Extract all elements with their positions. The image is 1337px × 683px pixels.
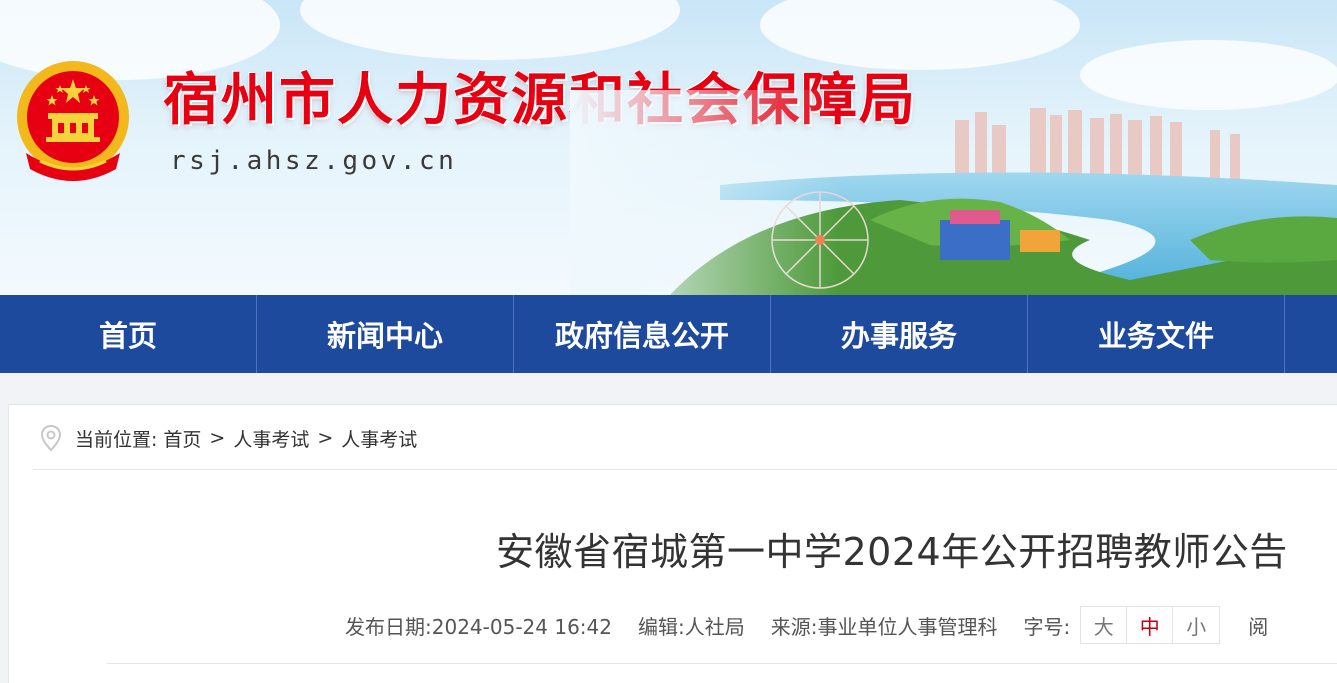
source-value: 事业单位人事管理科 xyxy=(817,614,998,639)
publish-date: 发布日期:2024-05-24 16:42 xyxy=(345,611,612,640)
publish-date-value: 2024-05-24 16:42 xyxy=(431,614,612,639)
editor: 编辑:人社局 xyxy=(638,611,745,640)
city-landscape-illustration xyxy=(570,90,1337,295)
font-size-small-button[interactable]: 小 xyxy=(1173,607,1219,643)
location-pin-icon xyxy=(40,424,62,452)
breadcrumb-separator: > xyxy=(317,427,334,449)
nav-item-truncated[interactable] xyxy=(1285,295,1335,373)
publish-date-label: 发布日期: xyxy=(345,614,432,639)
editor-label: 编辑: xyxy=(637,614,685,639)
nav-item-news-center[interactable]: 新闻中心 xyxy=(257,295,514,373)
cloud-decoration xyxy=(760,0,1080,70)
font-size-medium-button[interactable]: 中 xyxy=(1127,607,1174,643)
breadcrumb-link-personnel-exam-sub[interactable]: 人事考试 xyxy=(341,425,417,452)
nav-item-business-documents[interactable]: 业务文件 xyxy=(1028,295,1285,373)
article-title: 安徽省宿城第一中学2024年公开招聘教师公告 xyxy=(496,530,1288,574)
nav-item-home[interactable]: 首页 xyxy=(0,295,257,373)
font-size-label: 字号: xyxy=(1023,614,1071,639)
font-size-selector: 大 中 小 xyxy=(1080,606,1221,644)
font-size-large-button[interactable]: 大 xyxy=(1081,607,1128,643)
source-label: 来源: xyxy=(770,614,818,639)
nav-item-gov-info-disclosure[interactable]: 政府信息公开 xyxy=(514,295,771,373)
cloud-decoration xyxy=(300,0,680,60)
article-card: 当前位置: 首页 > 人事考试 > 人事考试 安徽省宿城第一中学2024年公开招… xyxy=(8,404,1337,683)
breadcrumb-separator: > xyxy=(209,427,226,449)
breadcrumb-link-home[interactable]: 首页 xyxy=(163,425,201,452)
main-nav: 首页 新闻中心 政府信息公开 办事服务 业务文件 xyxy=(0,295,1337,373)
breadcrumb-label: 当前位置: xyxy=(75,428,158,451)
site-domain: rsj.ahsz.gov.cn xyxy=(170,146,458,176)
breadcrumb: 当前位置: 首页 > 人事考试 > 人事考试 xyxy=(39,423,417,453)
header-banner: 宿州市人力资源和社会保障局 rsj.ahsz.gov.cn xyxy=(0,0,1337,295)
nav-item-services[interactable]: 办事服务 xyxy=(771,295,1028,373)
breadcrumb-link-personnel-exam[interactable]: 人事考试 xyxy=(233,425,309,452)
read-count-truncated: 阅 xyxy=(1248,614,1269,639)
breadcrumb-divider xyxy=(33,469,1337,470)
article-meta: 发布日期:2024-05-24 16:42 编辑:人社局 来源:事业单位人事管理… xyxy=(345,605,1268,645)
source: 来源:事业单位人事管理科 xyxy=(771,611,998,640)
national-emblem-icon xyxy=(17,61,129,181)
meta-divider xyxy=(107,663,1337,664)
editor-value: 人社局 xyxy=(684,614,745,639)
